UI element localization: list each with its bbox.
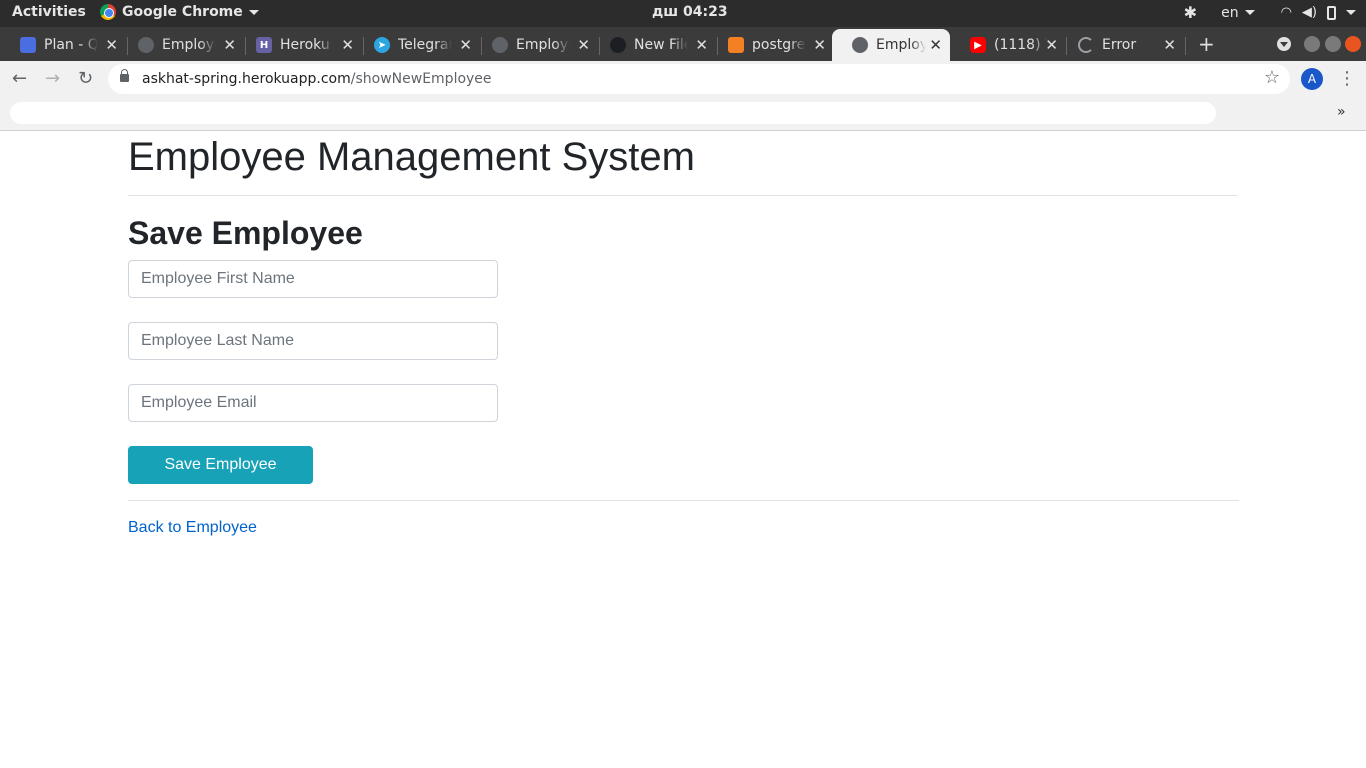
- address-bar[interactable]: askhat-spring.herokuapp.com/showNewEmplo…: [108, 64, 1290, 94]
- bookmarks-bar: »: [0, 98, 1366, 131]
- lock-icon[interactable]: [120, 69, 129, 82]
- tab-title: New File: [634, 37, 688, 53]
- tab-7-active[interactable]: Employee ✕: [832, 29, 950, 61]
- wifi-icon[interactable]: ◠: [1281, 5, 1292, 20]
- battery-icon[interactable]: [1327, 5, 1336, 20]
- github-icon: [610, 37, 626, 53]
- tab-5[interactable]: New File ✕: [590, 29, 716, 61]
- chevron-right-double-icon[interactable]: »: [1337, 104, 1346, 120]
- bookmark-star-icon[interactable]: ☆: [1264, 67, 1280, 88]
- bookmarks-redacted: [10, 102, 1216, 124]
- profile-avatar[interactable]: A: [1301, 68, 1323, 90]
- tab-title: postgres: [752, 37, 806, 53]
- page-content: Employee Management System Save Employee…: [0, 131, 1366, 768]
- tab-title: (1118) Y: [994, 37, 1048, 53]
- volume-icon[interactable]: ◀): [1302, 5, 1317, 20]
- chevron-down-icon: [1244, 10, 1255, 15]
- chrome-icon: [100, 4, 116, 20]
- clock[interactable]: дш 04:23: [652, 4, 728, 20]
- menu-dots-icon[interactable]: ⋮: [1338, 68, 1356, 89]
- close-icon[interactable]: ✕: [577, 36, 590, 54]
- employee-form: Save Employee: [128, 260, 1238, 484]
- tab-title: Plan - Q: [44, 37, 98, 53]
- main-container: Employee Management System Save Employee…: [128, 131, 1239, 537]
- email-input[interactable]: [128, 384, 498, 422]
- globe-icon: [492, 37, 508, 53]
- divider: [128, 195, 1238, 196]
- chevron-down-icon: [248, 9, 259, 15]
- tab-0[interactable]: Plan - Q ✕: [0, 29, 126, 61]
- close-icon[interactable]: ✕: [929, 36, 942, 54]
- loading-icon: [1078, 37, 1094, 53]
- stackoverflow-icon: [728, 37, 744, 53]
- maximize-button[interactable]: [1325, 36, 1341, 52]
- globe-icon: [852, 37, 868, 53]
- tab-strip: Plan - Q ✕ Employee ✕ H Heroku ✕ ➤ Teleg…: [0, 27, 1366, 61]
- tab-1[interactable]: Employee ✕: [118, 29, 244, 61]
- system-top-bar: Activities Google Chrome дш 04:23 ✱ en ◠…: [0, 0, 1366, 27]
- activities-button[interactable]: Activities: [12, 4, 86, 20]
- forward-arrow-icon[interactable]: →: [45, 68, 60, 89]
- tab-search-icon[interactable]: [1277, 37, 1291, 51]
- app-menu-label: Google Chrome: [122, 4, 243, 20]
- tab-title: Employee: [516, 37, 570, 53]
- minimize-button[interactable]: [1304, 36, 1320, 52]
- back-to-employee-link[interactable]: Back to Employee: [128, 519, 257, 537]
- language-indicator[interactable]: en: [1221, 5, 1255, 21]
- close-icon[interactable]: ✕: [1045, 36, 1058, 54]
- document-icon: [20, 37, 36, 53]
- browser-toolbar: ← → ↻ askhat-spring.herokuapp.com/showNe…: [0, 61, 1366, 98]
- tab-title: Employee: [162, 37, 216, 53]
- tab-9[interactable]: Error ✕: [1058, 29, 1184, 61]
- url-text[interactable]: askhat-spring.herokuapp.com/showNewEmplo…: [142, 71, 492, 87]
- close-icon[interactable]: ✕: [1163, 36, 1176, 54]
- page-title: Employee Management System: [128, 135, 695, 179]
- tab-title: Heroku: [280, 37, 330, 53]
- close-icon[interactable]: ✕: [341, 36, 354, 54]
- close-icon[interactable]: ✕: [459, 36, 472, 54]
- app-menu[interactable]: Google Chrome: [100, 4, 259, 20]
- tab-6[interactable]: postgres ✕: [708, 29, 834, 61]
- chevron-down-icon[interactable]: [1346, 10, 1356, 15]
- tab-title: Telegram: [398, 37, 452, 53]
- language-label: en: [1221, 4, 1239, 21]
- tab-separator: [1185, 37, 1186, 55]
- close-window-button[interactable]: [1345, 36, 1361, 52]
- divider: [128, 500, 1239, 501]
- tab-4[interactable]: Employee ✕: [472, 29, 598, 61]
- first-name-input[interactable]: [128, 260, 498, 298]
- save-employee-button[interactable]: Save Employee: [128, 446, 313, 484]
- system-tray: ✱ en ◠ ◀): [1184, 3, 1356, 22]
- back-arrow-icon[interactable]: ←: [12, 68, 27, 89]
- close-icon[interactable]: ✕: [105, 36, 118, 54]
- last-name-input[interactable]: [128, 322, 498, 360]
- youtube-icon: ▶: [970, 37, 986, 53]
- globe-icon: [138, 37, 154, 53]
- tab-title: Employee: [876, 37, 926, 53]
- tab-8[interactable]: ▶ (1118) Y ✕: [950, 29, 1066, 61]
- url-path: /showNewEmployee: [350, 71, 492, 87]
- close-icon[interactable]: ✕: [223, 36, 236, 54]
- reload-icon[interactable]: ↻: [78, 68, 93, 89]
- tab-2[interactable]: H Heroku ✕: [236, 29, 362, 61]
- close-icon[interactable]: ✕: [813, 36, 826, 54]
- tab-title: Error: [1102, 37, 1137, 53]
- tab-3[interactable]: ➤ Telegram ✕: [354, 29, 480, 61]
- new-tab-button[interactable]: +: [1198, 32, 1215, 56]
- heroku-icon: H: [256, 37, 272, 53]
- close-icon[interactable]: ✕: [695, 36, 708, 54]
- slack-icon[interactable]: ✱: [1184, 3, 1197, 22]
- url-host: askhat-spring.herokuapp.com: [142, 71, 351, 87]
- form-title: Save Employee: [128, 215, 363, 251]
- telegram-icon: ➤: [374, 37, 390, 53]
